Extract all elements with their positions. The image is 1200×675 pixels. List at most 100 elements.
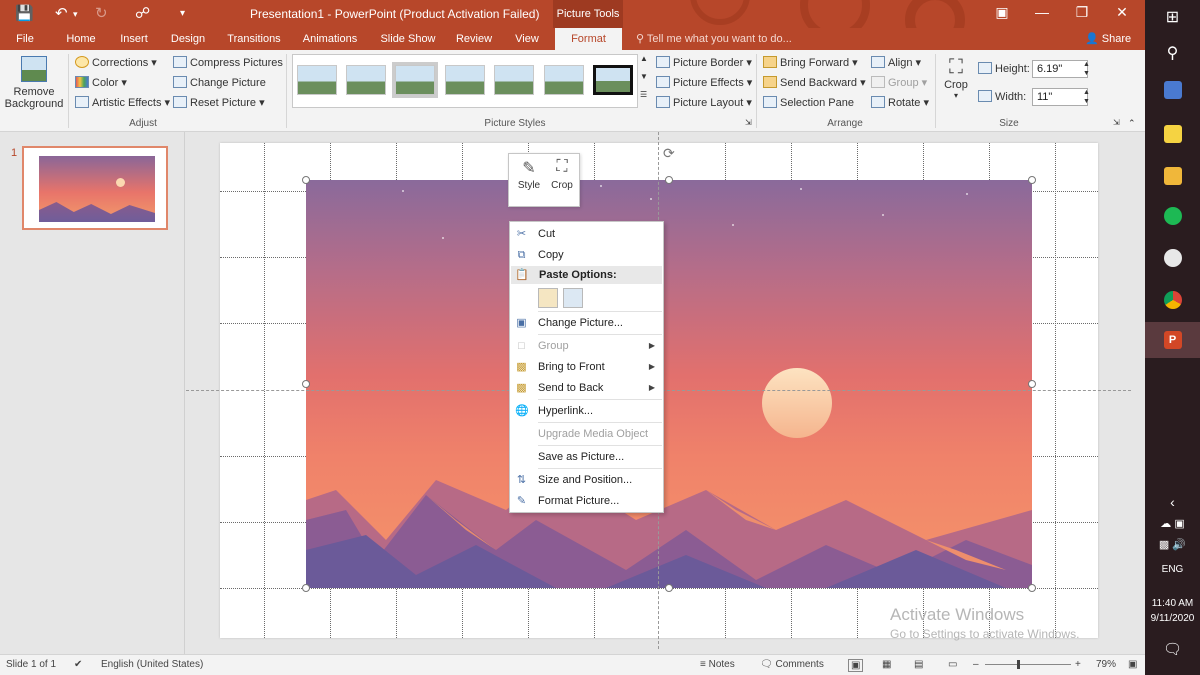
width-input[interactable]: 11" xyxy=(1032,88,1088,106)
paint-icon[interactable] xyxy=(1145,240,1200,276)
color-button[interactable]: Color ▾ xyxy=(75,76,127,89)
crop-button-mini[interactable]: ⛶ Crop xyxy=(545,158,579,191)
undo-icon[interactable]: ↶ xyxy=(55,4,68,22)
chrome-icon[interactable] xyxy=(1145,282,1200,318)
gallery-scroll-up-icon[interactable]: ▲ xyxy=(640,54,648,63)
redo-icon[interactable]: ↻ xyxy=(95,4,108,22)
picture-style-thumb[interactable] xyxy=(395,65,435,95)
zoom-slider[interactable] xyxy=(985,664,1071,665)
reset-picture-button[interactable]: Reset Picture ▾ xyxy=(173,96,265,109)
notification-center-icon[interactable]: 🗨 xyxy=(1145,640,1200,658)
menu-item-copy[interactable]: ⧉ Copy xyxy=(510,245,663,265)
selected-picture[interactable] xyxy=(306,180,1032,588)
menu-item-size-and-position[interactable]: ⇅ Size and Position... xyxy=(510,470,663,490)
picture-style-thumb[interactable] xyxy=(297,65,337,95)
menu-item-hyperlink[interactable]: 🌐 Hyperlink... xyxy=(510,401,663,421)
chevron-down-icon[interactable]: ▾ xyxy=(73,9,78,20)
zoom-slider-thumb[interactable] xyxy=(1017,660,1020,669)
minimize-button[interactable]: — xyxy=(1022,4,1062,20)
picture-style-thumb[interactable] xyxy=(346,65,386,95)
group-button[interactable]: Group ▾ xyxy=(871,76,927,89)
search-icon[interactable]: ⚲ xyxy=(1145,36,1200,72)
picture-effects-button[interactable]: Picture Effects ▾ xyxy=(656,76,752,89)
menu-item-group[interactable]: □ Group ▶ xyxy=(510,336,663,356)
slideshow-view-icon[interactable]: ▭ xyxy=(948,659,957,670)
menu-item-format-picture[interactable]: ✎ Format Picture... xyxy=(510,491,663,511)
close-button[interactable]: ✕ xyxy=(1102,4,1142,21)
align-button[interactable]: Align ▾ xyxy=(871,56,921,69)
comments-button[interactable]: 🗨 Comments xyxy=(760,659,824,670)
menu-item-cut[interactable]: ✂ Cut xyxy=(510,224,663,244)
notes-button[interactable]: ≡ Notes xyxy=(700,659,735,670)
spellcheck-icon[interactable]: ✔ xyxy=(74,659,82,670)
resize-handle-s[interactable] xyxy=(665,584,673,592)
share-button[interactable]: 👤 Share xyxy=(1085,28,1131,50)
tab-format[interactable]: Format xyxy=(555,28,622,50)
save-icon[interactable]: 💾 xyxy=(15,4,34,22)
show-hidden-icons[interactable]: ‹ xyxy=(1145,494,1200,510)
calculator-icon[interactable] xyxy=(1145,72,1200,108)
battery-volume-icon[interactable]: ▩ 🔊 xyxy=(1145,538,1200,551)
collapse-ribbon-icon[interactable]: ⌃ xyxy=(1128,118,1136,129)
restore-button[interactable]: ❐ xyxy=(1062,4,1102,21)
paste-use-destination-icon[interactable] xyxy=(538,288,558,308)
windows-start-icon[interactable]: ⊞ xyxy=(1145,0,1200,36)
artistic-effects-button[interactable]: Artistic Effects ▾ xyxy=(75,96,170,109)
picture-style-thumb-selected[interactable] xyxy=(593,65,633,95)
tab-design[interactable]: Design xyxy=(164,28,212,50)
tab-slide-show[interactable]: Slide Show xyxy=(374,28,442,50)
reading-view-icon[interactable]: ▤ xyxy=(914,659,923,670)
rotate-handle-icon[interactable]: ⟳ xyxy=(663,145,675,162)
picture-layout-button[interactable]: Picture Layout ▾ xyxy=(656,96,752,109)
menu-item-change-picture[interactable]: ▣ Change Picture... xyxy=(510,313,663,333)
resize-handle-ne[interactable] xyxy=(1028,176,1036,184)
resize-handle-n[interactable] xyxy=(665,176,673,184)
normal-view-icon[interactable]: ▣ xyxy=(848,659,864,672)
change-picture-button[interactable]: Change Picture xyxy=(173,76,266,89)
tab-file[interactable]: File xyxy=(0,28,50,50)
crop-button[interactable]: ⛶ Crop ▾ xyxy=(940,56,972,100)
dialog-launcher-icon[interactable]: ⇲ xyxy=(745,118,752,127)
resize-handle-sw[interactable] xyxy=(302,584,310,592)
present-icon[interactable]: ☍ xyxy=(135,4,150,22)
onedrive-icon[interactable]: ☁ ▣ xyxy=(1145,517,1200,530)
tell-me-search[interactable]: ⚲ Tell me what you want to do... xyxy=(636,28,792,50)
resize-handle-e[interactable] xyxy=(1028,380,1036,388)
zoom-level[interactable]: 79% xyxy=(1096,659,1116,670)
slide-sorter-icon[interactable]: ▦ xyxy=(882,659,891,670)
fit-slide-icon[interactable]: ▣ xyxy=(1128,659,1137,670)
ribbon-display-icon[interactable]: ▣ xyxy=(982,4,1022,21)
send-backward-button[interactable]: Send Backward ▾ xyxy=(763,76,866,89)
gallery-more-icon[interactable]: ☰ xyxy=(640,90,647,99)
selection-pane-button[interactable]: Selection Pane xyxy=(763,96,854,109)
language-indicator[interactable]: English (United States) xyxy=(101,659,203,670)
dialog-launcher-icon[interactable]: ⇲ xyxy=(1113,118,1120,127)
style-button[interactable]: ✎ Style xyxy=(512,158,546,191)
tab-insert[interactable]: Insert xyxy=(112,28,156,50)
width-spinner-icon[interactable]: ▲ ▼ xyxy=(1083,88,1090,106)
tab-transitions[interactable]: Transitions xyxy=(222,28,286,50)
file-explorer-icon[interactable] xyxy=(1145,158,1200,194)
menu-item-send-to-back[interactable]: ▩ Send to Back ▶ xyxy=(510,378,663,398)
remove-background-button[interactable]: Remove Background xyxy=(4,54,64,110)
slide-thumbnail[interactable] xyxy=(22,146,168,230)
picture-style-thumb[interactable] xyxy=(445,65,485,95)
menu-item-save-as-picture[interactable]: Save as Picture... xyxy=(510,447,663,467)
menu-item-upgrade-media[interactable]: Upgrade Media Object xyxy=(510,424,663,444)
resize-handle-se[interactable] xyxy=(1028,584,1036,592)
sticky-notes-icon[interactable] xyxy=(1145,116,1200,152)
tab-review[interactable]: Review xyxy=(450,28,498,50)
clock-time[interactable]: 11:40 AM xyxy=(1145,598,1200,609)
menu-item-bring-to-front[interactable]: ▩ Bring to Front ▶ xyxy=(510,357,663,377)
resize-handle-nw[interactable] xyxy=(302,176,310,184)
picture-style-thumb[interactable] xyxy=(544,65,584,95)
picture-border-button[interactable]: Picture Border ▾ xyxy=(656,56,752,69)
picture-style-thumb[interactable] xyxy=(494,65,534,95)
tab-view[interactable]: View xyxy=(506,28,548,50)
height-input[interactable]: 6.19" xyxy=(1032,60,1088,78)
tab-home[interactable]: Home xyxy=(58,28,104,50)
customize-qat-icon[interactable]: ▾ xyxy=(180,8,185,19)
resize-handle-w[interactable] xyxy=(302,380,310,388)
compress-pictures-button[interactable]: Compress Pictures xyxy=(173,56,283,69)
powerpoint-icon[interactable]: P xyxy=(1145,322,1200,358)
